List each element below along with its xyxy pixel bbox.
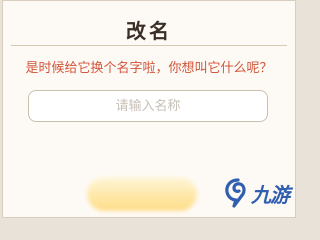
confirm-button[interactable] (87, 177, 197, 211)
title-divider (11, 45, 287, 46)
rename-prompt: 是时候给它换个名字啦，你想叫它什么呢？ (25, 61, 273, 76)
watermark-text: 九游 (251, 182, 290, 207)
jiuyou-logo-icon (225, 178, 246, 208)
dialog-title: 改名 (126, 19, 172, 43)
name-input[interactable] (28, 90, 268, 122)
watermark: 九游 (223, 178, 290, 208)
rename-dialog: 改名 是时候给它换个名字啦，你想叫它什么呢？ 九游 (2, 0, 296, 218)
